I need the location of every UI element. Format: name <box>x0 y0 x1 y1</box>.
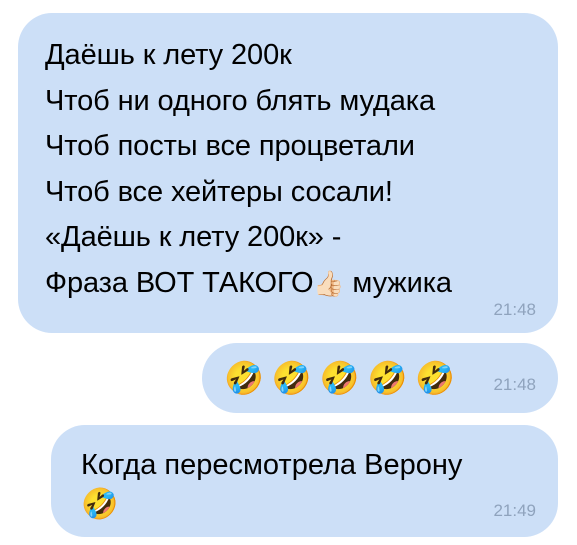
message-bubble-emojis[interactable]: 🤣🤣🤣🤣🤣 21:48 <box>202 343 558 413</box>
message-bubble-verona[interactable]: Когда пересмотрела Верону 🤣 21:49 <box>51 425 558 537</box>
laughing-emoji-icon: 🤣 <box>81 488 119 521</box>
message-text: Даёшь к лету 200к Чтоб ни одного блять м… <box>45 33 528 306</box>
message-timestamp: 21:48 <box>493 375 536 394</box>
message-line: «Даёшь к лету 200к» - <box>45 221 342 253</box>
message-timestamp: 21:49 <box>493 501 536 520</box>
message-line: Чтоб все хейтеры сосали! <box>45 175 393 208</box>
thumbs-up-icon: 👍🏻 <box>313 269 345 298</box>
message-line-text: Фраза ВОТ ТАКОГО <box>45 266 314 299</box>
message-line-text: мужика <box>344 266 452 299</box>
message-line: Чтоб посты все процветали <box>45 130 415 162</box>
message-line: Чтоб ни одного блять мудака <box>45 84 436 117</box>
message-line-last: Фраза ВОТ ТАКОГО👍🏻 мужика <box>45 261 528 307</box>
laughing-emoji-icons: 🤣🤣🤣🤣🤣 <box>224 360 464 396</box>
message-line: Даёшь к лету 200к <box>45 39 292 71</box>
message-text: Когда пересмотрела Верону <box>81 449 463 481</box>
message-timestamp: 21:48 <box>493 300 536 319</box>
message-bubble-poem[interactable]: Даёшь к лету 200к Чтоб ни одного блять м… <box>18 13 558 333</box>
